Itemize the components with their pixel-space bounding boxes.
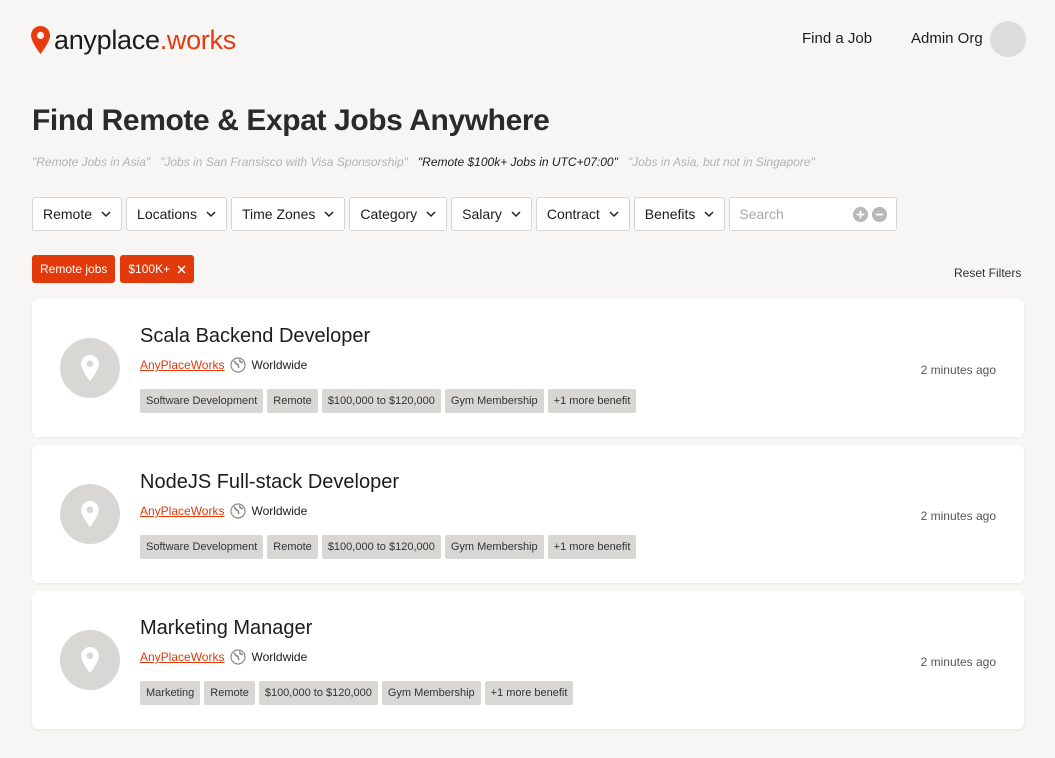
chevron-down-icon bbox=[704, 210, 714, 217]
chevron-down-icon bbox=[206, 210, 216, 217]
job-tag: $100,000 to $120,000 bbox=[321, 389, 441, 413]
filter-benefits[interactable]: Benefits bbox=[633, 197, 726, 231]
suggestion-remote-100k-utc7[interactable]: "Remote $100k+ Jobs in UTC+07:00" bbox=[418, 155, 618, 169]
job-location: Worldwide bbox=[251, 650, 308, 664]
filter-label: Remote bbox=[43, 206, 93, 222]
active-tag-remote-jobs[interactable]: Remote jobs bbox=[32, 255, 116, 283]
globe-icon bbox=[230, 357, 247, 373]
company-link[interactable]: AnyPlaceWorks bbox=[140, 504, 224, 518]
location-pin-icon bbox=[81, 355, 99, 381]
chevron-down-icon bbox=[511, 210, 521, 217]
job-tag: Software Development bbox=[140, 535, 264, 559]
location-pin-icon bbox=[81, 647, 99, 673]
filter-label: Salary bbox=[462, 206, 502, 222]
job-tags: Software Development Remote $100,000 to … bbox=[140, 535, 637, 559]
search-box bbox=[729, 197, 898, 231]
job-tag: Gym Membership bbox=[444, 389, 544, 413]
nav-find-a-job[interactable]: Find a Job bbox=[802, 30, 872, 47]
nav-admin-org[interactable]: Admin Org bbox=[911, 30, 983, 47]
job-tag: Marketing bbox=[140, 681, 201, 705]
suggestion-remote-asia[interactable]: "Remote Jobs in Asia" bbox=[32, 155, 150, 169]
filter-remote[interactable]: Remote bbox=[32, 197, 123, 231]
filter-label: Benefits bbox=[644, 206, 696, 222]
filter-category[interactable]: Category bbox=[349, 197, 448, 231]
job-tag: Gym Membership bbox=[444, 535, 544, 559]
job-title[interactable]: NodeJS Full-stack Developer bbox=[140, 471, 399, 494]
suggestion-asia-not-singapore[interactable]: "Jobs in Asia, but not in Singapore" bbox=[628, 155, 815, 169]
active-filters: Remote jobs $100K+ bbox=[32, 255, 195, 283]
active-tag-label: Remote jobs bbox=[40, 262, 108, 276]
active-tag-100k[interactable]: $100K+ bbox=[120, 255, 195, 283]
job-tag: Gym Membership bbox=[381, 681, 481, 705]
page-title: Find Remote & Expat Jobs Anywhere bbox=[32, 104, 550, 137]
company-logo bbox=[60, 630, 120, 690]
filter-salary[interactable]: Salary bbox=[451, 197, 532, 231]
job-meta: AnyPlaceWorks Worldwide bbox=[140, 503, 307, 519]
company-logo bbox=[60, 338, 120, 398]
job-tags: Marketing Remote $100,000 to $120,000 Gy… bbox=[140, 681, 574, 705]
job-tags: Software Development Remote $100,000 to … bbox=[140, 389, 637, 413]
posted-time: 2 minutes ago bbox=[920, 509, 996, 523]
filter-label: Locations bbox=[137, 206, 197, 222]
job-title[interactable]: Scala Backend Developer bbox=[140, 325, 370, 348]
globe-icon bbox=[230, 503, 247, 519]
company-logo bbox=[60, 484, 120, 544]
posted-time: 2 minutes ago bbox=[920, 363, 996, 377]
filter-label: Time Zones bbox=[241, 206, 316, 222]
job-card[interactable]: Marketing Manager AnyPlaceWorks Worldwid… bbox=[32, 591, 1024, 729]
search-suggestions: "Remote Jobs in Asia" "Jobs in San Frans… bbox=[32, 155, 815, 169]
close-icon[interactable] bbox=[177, 265, 186, 274]
globe-icon bbox=[230, 649, 247, 665]
minus-circle-icon[interactable] bbox=[872, 207, 888, 222]
filter-label: Contract bbox=[546, 206, 600, 222]
filter-time-zones[interactable]: Time Zones bbox=[230, 197, 346, 231]
plus-circle-icon[interactable] bbox=[853, 207, 869, 222]
filter-contract[interactable]: Contract bbox=[535, 197, 630, 231]
chevron-down-icon bbox=[324, 210, 334, 217]
job-location: Worldwide bbox=[251, 358, 308, 372]
job-tag: Software Development bbox=[140, 389, 264, 413]
location-pin-icon bbox=[31, 26, 50, 54]
job-tag: Remote bbox=[267, 389, 318, 413]
job-tag: $100,000 to $120,000 bbox=[258, 681, 378, 705]
job-location: Worldwide bbox=[251, 504, 308, 518]
chevron-down-icon bbox=[609, 210, 619, 217]
job-tag: +1 more benefit bbox=[547, 535, 637, 559]
reset-filters-button[interactable]: Reset Filters bbox=[954, 266, 1021, 280]
avatar[interactable] bbox=[990, 21, 1026, 57]
job-tag: $100,000 to $120,000 bbox=[321, 535, 441, 559]
posted-time: 2 minutes ago bbox=[920, 655, 996, 669]
job-tag: +1 more benefit bbox=[484, 681, 574, 705]
filter-bar: Remote Locations Time Zones Category Sal… bbox=[32, 197, 898, 231]
job-meta: AnyPlaceWorks Worldwide bbox=[140, 357, 307, 373]
job-tag: Remote bbox=[204, 681, 255, 705]
logo-text: anyplace.works bbox=[54, 25, 236, 55]
top-nav: anyplace.works Find a Job Admin Org bbox=[0, 0, 1055, 80]
job-meta: AnyPlaceWorks Worldwide bbox=[140, 649, 307, 665]
company-link[interactable]: AnyPlaceWorks bbox=[140, 358, 224, 372]
filter-label: Category bbox=[360, 206, 418, 222]
logo[interactable]: anyplace.works bbox=[31, 24, 236, 56]
location-pin-icon bbox=[81, 501, 99, 527]
job-tag: Remote bbox=[267, 535, 318, 559]
chevron-down-icon bbox=[426, 210, 436, 217]
job-title[interactable]: Marketing Manager bbox=[140, 617, 312, 640]
job-card[interactable]: Scala Backend Developer AnyPlaceWorks Wo… bbox=[32, 299, 1024, 437]
search-input[interactable] bbox=[739, 206, 850, 222]
suggestion-sf-visa[interactable]: "Jobs in San Fransisco with Visa Sponsor… bbox=[160, 155, 408, 169]
company-link[interactable]: AnyPlaceWorks bbox=[140, 650, 224, 664]
chevron-down-icon bbox=[101, 210, 111, 217]
active-tag-label: $100K+ bbox=[128, 262, 171, 276]
job-tag: +1 more benefit bbox=[547, 389, 637, 413]
job-card[interactable]: NodeJS Full-stack Developer AnyPlaceWork… bbox=[32, 445, 1024, 583]
filter-locations[interactable]: Locations bbox=[126, 197, 227, 231]
